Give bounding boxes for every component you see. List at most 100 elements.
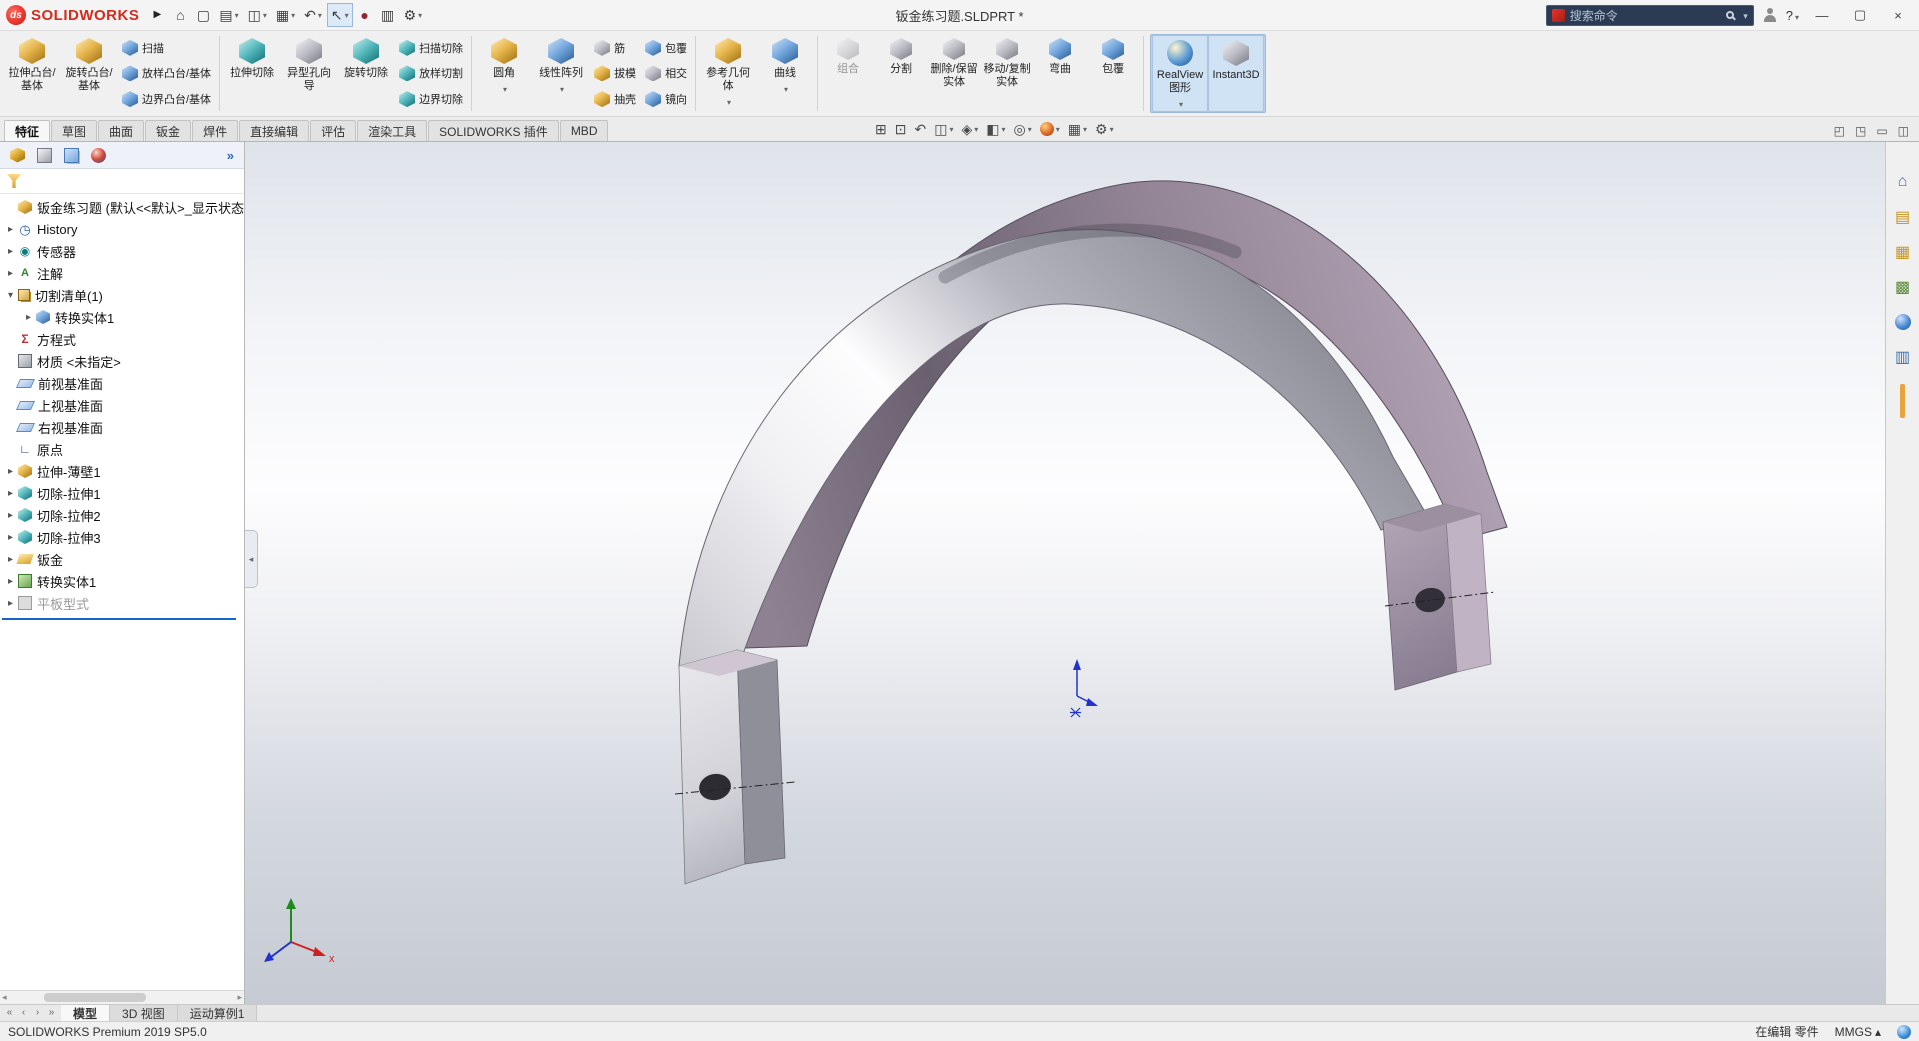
- swept-cut-button[interactable]: 扫描切除: [395, 35, 467, 60]
- expand-arrow-icon[interactable]: [4, 532, 17, 543]
- graphics-area[interactable]: x: [245, 142, 1885, 1004]
- tree-item[interactable]: 切除-拉伸2: [0, 504, 244, 526]
- expand-arrow-icon[interactable]: [4, 290, 17, 301]
- commandmanager-tab[interactable]: 渲染工具: [357, 120, 428, 141]
- commandmanager-tab[interactable]: MBD: [559, 120, 609, 141]
- tree-item[interactable]: 注解: [0, 262, 244, 284]
- boundary-boss-button[interactable]: 边界凸台/基体: [118, 87, 215, 112]
- instant3d-button[interactable]: Instant3D: [1208, 35, 1265, 112]
- tree-item[interactable]: 右视基准面: [0, 416, 244, 438]
- tree-item[interactable]: History: [0, 218, 244, 240]
- configurationmanager-tab-icon[interactable]: [64, 147, 79, 163]
- linear-pattern-button[interactable]: 线性阵列: [533, 33, 589, 114]
- mirror-button[interactable]: 镜向: [641, 87, 691, 112]
- help-globe-icon[interactable]: [1897, 1024, 1911, 1039]
- tree-item[interactable]: 方程式: [0, 328, 244, 350]
- tab-scroll-first-icon[interactable]: «: [3, 1008, 16, 1018]
- scrollbar-thumb[interactable]: [43, 993, 147, 1002]
- tab-scroll-prev-icon[interactable]: ‹: [17, 1008, 30, 1018]
- commandmanager-tab[interactable]: 钣金: [145, 120, 192, 141]
- extruded-cut-button[interactable]: 拉伸切除: [224, 33, 280, 114]
- extruded-boss-button[interactable]: 拉伸凸台/基体: [4, 33, 60, 114]
- sheet-metal-part[interactable]: [674, 180, 1508, 885]
- propertymanager-tab-icon[interactable]: [37, 147, 52, 163]
- print-icon[interactable]: ▦: [272, 3, 299, 27]
- swept-boss-button[interactable]: 扫描: [118, 35, 215, 60]
- view-settings-icon[interactable]: ⚙: [1092, 118, 1117, 140]
- expand-arrow-icon[interactable]: [4, 598, 17, 609]
- search-command-box[interactable]: 搜索命令: [1545, 4, 1754, 26]
- commandmanager-tab[interactable]: 评估: [310, 120, 357, 141]
- view-palette-icon[interactable]: ▩: [1890, 275, 1916, 299]
- design-library-icon[interactable]: ▤: [1890, 205, 1916, 229]
- tree-item[interactable]: 材质 <未指定>: [0, 350, 244, 372]
- display-style-icon[interactable]: ◧: [983, 118, 1008, 140]
- edit-appearance-icon[interactable]: ●: [1037, 118, 1063, 140]
- tree-item[interactable]: 原点: [0, 438, 244, 460]
- pane-restore-icon[interactable]: ◫: [1898, 124, 1909, 138]
- options-gear-icon[interactable]: ⚙: [400, 3, 427, 27]
- expand-arrow-icon[interactable]: [4, 246, 17, 257]
- appearances-tab-icon[interactable]: [91, 147, 106, 163]
- tree-item[interactable]: 钣金练习题 (默认<<默认>_显示状态 1: [0, 196, 244, 218]
- taskpane-home-icon[interactable]: ⌂: [1890, 170, 1916, 194]
- commandmanager-tab[interactable]: 特征: [4, 120, 51, 141]
- move-copy-body-button[interactable]: 移动/复制实体: [981, 33, 1033, 114]
- commandmanager-tab[interactable]: 直接编辑: [239, 120, 310, 141]
- curves-button[interactable]: 曲线: [757, 33, 813, 114]
- tree-item[interactable]: 平板型式: [0, 592, 244, 614]
- tree-item[interactable]: 钣金: [0, 548, 244, 570]
- appearances-icon[interactable]: ●: [1890, 310, 1916, 334]
- expand-arrow-icon[interactable]: [4, 576, 17, 587]
- hole-wizard-button[interactable]: 异型孔向导: [281, 33, 337, 114]
- expand-arrow-icon[interactable]: [4, 488, 17, 499]
- filter-icon[interactable]: [7, 174, 21, 188]
- hide-show-items-icon[interactable]: ◎: [1011, 118, 1035, 140]
- open-document-icon[interactable]: ▤: [215, 3, 242, 27]
- search-icon[interactable]: [1726, 11, 1735, 19]
- close-button[interactable]: ×: [1883, 3, 1913, 27]
- previous-view-icon[interactable]: ↶: [911, 118, 929, 140]
- tree-item[interactable]: 上视基准面: [0, 394, 244, 416]
- help-button[interactable]: ?: [1786, 8, 1799, 23]
- commandmanager-tab[interactable]: 曲面: [98, 120, 145, 141]
- intersect-button[interactable]: 相交: [641, 61, 691, 86]
- tree-horizontal-scrollbar[interactable]: [0, 990, 244, 1004]
- menu-expand-icon[interactable]: ▶: [146, 3, 168, 27]
- tree-item[interactable]: 拉伸-薄壁1: [0, 460, 244, 482]
- apply-scene-icon[interactable]: ▦: [1065, 118, 1090, 140]
- rebuild-icon[interactable]: ●: [354, 3, 376, 27]
- expand-arrow-icon[interactable]: [4, 510, 17, 521]
- draft-button[interactable]: 拔模: [590, 61, 640, 86]
- expand-arrow-icon[interactable]: [4, 554, 17, 565]
- rib-button[interactable]: 筋: [590, 35, 640, 60]
- commandmanager-tab[interactable]: SOLIDWORKS 插件: [428, 120, 559, 141]
- lofted-boss-button[interactable]: 放样凸台/基体: [118, 61, 215, 86]
- expand-arrow-icon[interactable]: [4, 224, 17, 235]
- pane-minimize-icon[interactable]: ▭: [1876, 124, 1887, 138]
- wrap-button[interactable]: 包覆: [641, 35, 691, 60]
- boundary-cut-button[interactable]: 边界切除: [395, 87, 467, 112]
- tree-item[interactable]: 转换实体1: [0, 306, 244, 328]
- panel-collapse-handle[interactable]: [245, 530, 258, 588]
- rollback-bar[interactable]: [2, 618, 236, 620]
- tree-item[interactable]: 切除-拉伸3: [0, 526, 244, 548]
- flex-button[interactable]: 弯曲: [1034, 33, 1086, 114]
- 3d-model-view[interactable]: x: [245, 142, 1885, 1004]
- split-button[interactable]: 分割: [875, 33, 927, 114]
- tree-item[interactable]: 切割清单(1): [0, 284, 244, 306]
- lofted-cut-button[interactable]: 放样切割: [395, 61, 467, 86]
- commandmanager-tab[interactable]: 焊件: [192, 120, 239, 141]
- document-tab[interactable]: 3D 视图: [110, 1005, 178, 1021]
- select-arrow-icon[interactable]: ↖: [326, 3, 353, 27]
- section-view-icon[interactable]: ◫: [931, 118, 956, 140]
- commandmanager-tab[interactable]: 草图: [51, 120, 98, 141]
- tree-item[interactable]: 转换实体1: [0, 570, 244, 592]
- tab-scroll-last-icon[interactable]: »: [45, 1008, 58, 1018]
- document-tab[interactable]: 运动算例1: [177, 1005, 258, 1021]
- expand-arrow-icon[interactable]: [4, 466, 17, 477]
- document-tab[interactable]: 模型: [61, 1005, 111, 1021]
- units-selector[interactable]: MMGS ▴: [1835, 1025, 1881, 1039]
- featuremanager-tab-icon[interactable]: [10, 147, 25, 163]
- zoom-fit-icon[interactable]: ⊞: [872, 118, 890, 140]
